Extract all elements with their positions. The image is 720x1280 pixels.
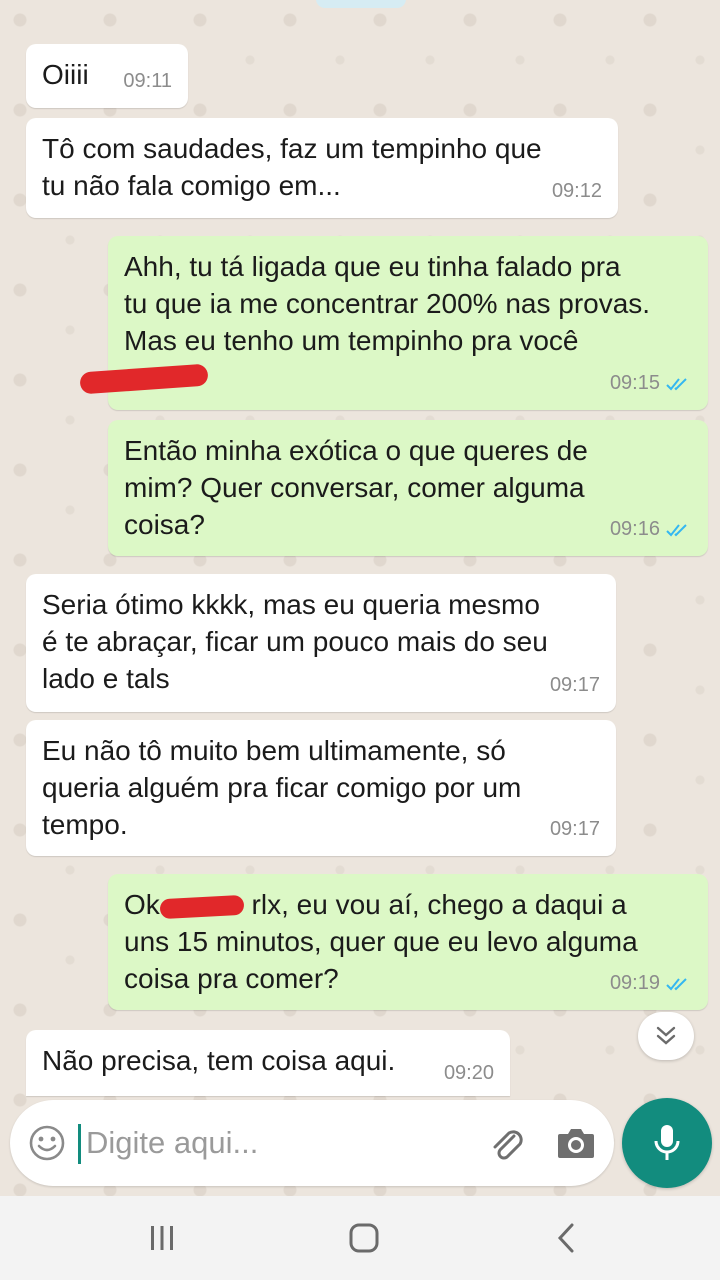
message-time: 09:11 (123, 70, 172, 92)
back-button[interactable] (544, 1216, 588, 1260)
message-bubble-outgoing[interactable]: Ahh, tu tá ligada que eu tinha falado pr… (79, 236, 708, 410)
home-button[interactable] (342, 1216, 386, 1260)
microphone-icon (654, 1125, 680, 1160)
text-cursor (78, 1124, 81, 1164)
message-meta: 09:16 (610, 511, 692, 548)
recents-icon (151, 1226, 173, 1250)
message-time: 09:17 (549, 818, 600, 840)
message-text: Então minha exótica o que queres de mim?… (124, 435, 588, 540)
camera-icon[interactable] (554, 1122, 598, 1164)
read-ticks-icon (666, 977, 687, 990)
message-bubble-outgoing[interactable]: Ok rlx, eu vou aí, chego a daqui a uns 1… (108, 874, 708, 1010)
message-time: 09:12 (551, 180, 602, 202)
message-bubble-incoming[interactable]: Não precisa, tem coisa aqui. 09:20 (26, 1030, 510, 1096)
message-text: Ok rlx, eu vou aí, chego a daqui a uns 1… (124, 886, 692, 997)
message-composer (10, 1100, 614, 1186)
message-time: 09:16 (609, 518, 660, 540)
message-text: Ahh, tu tá ligada que eu tinha falado pr… (124, 251, 651, 356)
home-icon (349, 1223, 379, 1253)
message-bubble-incoming[interactable]: Oiiii 09:11 (26, 44, 188, 108)
message-meta: 09:11 (123, 63, 172, 100)
redaction-mark (159, 894, 245, 919)
message-time: 09:20 (443, 1062, 494, 1084)
voice-message-button[interactable] (622, 1098, 712, 1188)
chevron-double-down-icon (656, 1026, 676, 1045)
message-text: Tô com saudades, faz um tempinho que tu … (42, 133, 542, 201)
scroll-to-bottom-button[interactable] (638, 1012, 694, 1060)
message-time: 09:17 (549, 674, 600, 696)
message-meta: 09:19 (610, 965, 692, 1002)
message-text: Eu não tô muito bem ultimamente, só quer… (42, 735, 522, 840)
message-bubble-outgoing[interactable]: Então minha exótica o que queres de mim?… (108, 420, 708, 556)
date-pill (316, 0, 406, 8)
message-meta: 09:17 (550, 667, 600, 704)
message-meta: 09:15 (610, 365, 692, 402)
message-time: 09:15 (609, 372, 660, 394)
message-input[interactable] (86, 1120, 466, 1166)
message-bubble-incoming[interactable]: Eu não tô muito bem ultimamente, só quer… (26, 720, 616, 856)
recents-button[interactable] (140, 1216, 184, 1260)
message-meta: 09:20 (444, 1055, 494, 1092)
system-navigation-bar (0, 1196, 720, 1280)
message-text: Não precisa, tem coisa aqui. (42, 1045, 396, 1076)
message-text: Seria ótimo kkkk, mas eu queria mesmo é … (42, 589, 548, 694)
message-time: 09:19 (609, 972, 660, 994)
emoji-icon[interactable] (28, 1124, 66, 1162)
message-meta: 09:17 (550, 811, 600, 848)
message-bubble-incoming[interactable]: Tô com saudades, faz um tempinho que tu … (26, 118, 618, 218)
message-meta: 09:12 (552, 173, 602, 210)
read-ticks-icon (666, 523, 687, 536)
message-text-start: Ok (124, 889, 160, 920)
read-ticks-icon (666, 377, 687, 390)
paperclip-icon[interactable] (486, 1122, 528, 1164)
message-bubble-incoming[interactable]: Seria ótimo kkkk, mas eu queria mesmo é … (26, 574, 616, 712)
back-icon (557, 1223, 574, 1253)
